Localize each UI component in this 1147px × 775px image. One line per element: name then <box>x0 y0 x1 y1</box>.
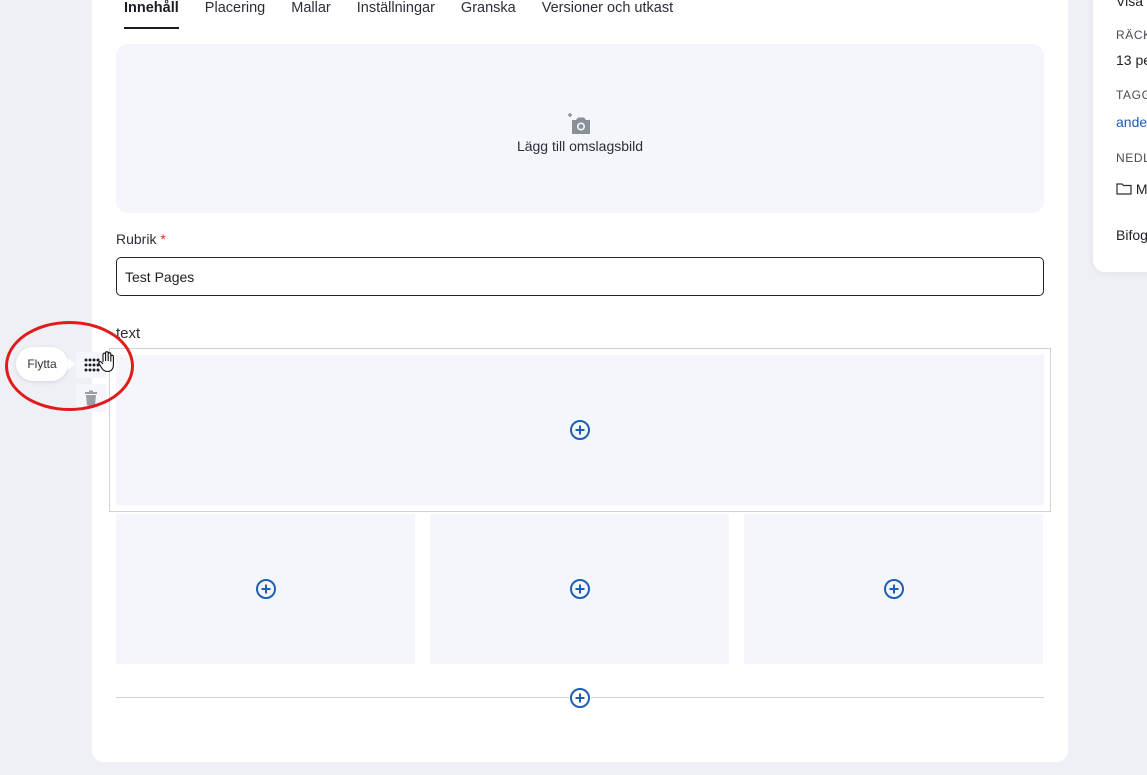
block-cell-col1 <box>116 514 415 664</box>
required-marker: * <box>160 231 166 247</box>
add-content-button[interactable] <box>883 578 905 600</box>
tab-installningar[interactable]: Inställningar <box>357 0 435 31</box>
add-section-button[interactable] <box>569 687 591 709</box>
attachments-label[interactable]: Bifog <box>1116 227 1147 243</box>
tab-placering[interactable]: Placering <box>205 0 265 31</box>
plus-circle-icon <box>255 579 276 599</box>
tab-granska[interactable]: Granska <box>461 0 516 31</box>
title-label-text: Rubrik <box>116 231 157 247</box>
tab-innehall[interactable]: Innehåll <box>124 0 179 31</box>
tab-bar: Innehåll Placering Mallar Inställningar … <box>124 0 673 31</box>
trash-icon <box>85 390 97 406</box>
add-content-button[interactable] <box>255 578 277 600</box>
folder-item[interactable]: M <box>1116 181 1147 197</box>
hand-cursor-icon <box>98 351 114 373</box>
cover-image-label: Lägg till omslagsbild <box>516 137 644 154</box>
folder-icon <box>1116 183 1132 195</box>
add-content-button[interactable] <box>569 578 591 600</box>
delete-block-button[interactable] <box>76 384 106 412</box>
plus-circle-icon <box>570 688 590 708</box>
tag-link[interactable]: ande <box>1116 114 1147 130</box>
add-content-button[interactable] <box>569 419 591 441</box>
plus-circle-icon <box>569 579 590 599</box>
side-visa[interactable]: Visa <box>1116 0 1147 9</box>
cover-image-dropzone[interactable]: Lägg till omslagsbild <box>116 44 1044 213</box>
plus-circle-icon <box>570 420 590 440</box>
reach-value: 13 pe <box>1116 52 1147 68</box>
folder-label: M <box>1135 181 1147 197</box>
tags-heading: TAGG <box>1116 88 1147 102</box>
section-label: text <box>116 325 141 342</box>
block-cell-col2 <box>430 514 729 664</box>
move-tooltip-text: Flytta <box>27 357 57 371</box>
plus-circle-icon <box>883 579 904 599</box>
download-heading: NEDL <box>1116 151 1147 165</box>
block-cell-col3 <box>744 514 1043 664</box>
reach-heading: RÄCK <box>1116 28 1147 42</box>
tab-versioner[interactable]: Versioner och utkast <box>542 0 673 31</box>
title-field-label: Rubrik * <box>116 231 166 247</box>
tab-mallar[interactable]: Mallar <box>291 0 330 31</box>
block-cell-full <box>116 355 1044 505</box>
add-photo-icon <box>568 112 590 134</box>
move-tooltip: Flytta <box>16 347 75 381</box>
title-input[interactable] <box>116 257 1044 296</box>
